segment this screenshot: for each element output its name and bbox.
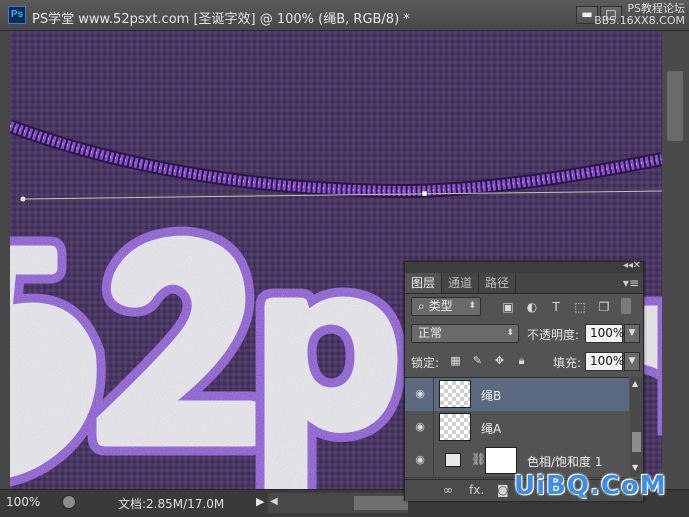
lock-all-icon[interactable]: 🔒︎	[515, 354, 528, 367]
opacity-input[interactable]: 100%	[585, 324, 624, 343]
close-panel-icon[interactable]: ✕	[633, 260, 641, 271]
add-mask-icon[interactable]: ◙	[497, 483, 509, 497]
fill-label: 填充:	[553, 356, 582, 370]
status-menu-arrow-icon[interactable]: ▶	[256, 495, 264, 508]
lock-pixels-brush-icon[interactable]: ✎	[471, 354, 484, 367]
mask-link-chain-icon[interactable]: ⛓	[471, 452, 486, 466]
blend-mode-value: 正常	[418, 326, 443, 340]
layer-filter-row: ⌕ 类型 ⬍ ▣ ◐ T ⬚ ❐	[405, 294, 643, 320]
eye-divider	[433, 444, 434, 477]
eye-visibility-icon[interactable]: ◉	[413, 454, 427, 466]
horizontal-scrollbar[interactable]	[268, 493, 408, 513]
link-icon[interactable]: ∞	[443, 483, 453, 497]
fill-dropdown-button[interactable]: ▼	[624, 352, 640, 371]
status-info-icon[interactable]	[62, 495, 76, 509]
layer-mask-thumbnail[interactable]	[485, 447, 517, 474]
lock-label: 锁定:	[411, 356, 440, 370]
layer-row-rope-a[interactable]: ◉ 绳A	[405, 411, 629, 445]
watermark-top: PS教程论坛 BBS.16XX8.COM	[594, 3, 685, 27]
lock-fill-row: 锁定: ▦ ✎ ✥ 🔒︎ 填充: 100% ▼	[405, 348, 643, 374]
eye-visibility-icon[interactable]: ◉	[413, 388, 427, 400]
blend-opacity-row: 正常 ⬍ 不透明度: 100% ▼	[405, 321, 643, 347]
fx-icon[interactable]: fx.	[469, 483, 484, 497]
path-anchor-point[interactable]	[20, 196, 26, 202]
path-anchor-selected[interactable]	[421, 190, 428, 197]
vertical-scrollbar[interactable]	[662, 31, 689, 489]
layer-list-scroll-thumb[interactable]	[632, 432, 641, 452]
canvas-left-edge	[0, 31, 10, 489]
collapse-panel-icon[interactable]: ◂◂	[623, 260, 633, 271]
document-size-info: 文档:2.85M/17.0M	[118, 497, 225, 511]
filter-toggle-switch[interactable]	[621, 298, 631, 314]
image-filter-icon[interactable]: ▣	[501, 300, 515, 314]
layer-list: ◉ 绳B ◉ 绳A ◉ ⛓ 色相/饱和度 1	[405, 377, 629, 478]
watermark-bottom: UiBQ.CoM	[514, 471, 667, 501]
type-filter-icon[interactable]: T	[549, 300, 563, 314]
watermark-top-line2: BBS.16XX8.COM	[594, 14, 685, 27]
tab-layers[interactable]: 图层	[405, 273, 443, 293]
chevron-updown-icon: ⬍	[468, 301, 476, 311]
layers-panel: ◂◂ ✕ 图层 通道 路径 ▾≡ ⌕ 类型 ⬍ ▣ ◐ T ⬚ ❐ 正常 ⬍ 不…	[404, 260, 644, 501]
photoshop-logo-icon: Ps	[8, 6, 26, 24]
filter-kind-label: 类型	[428, 299, 453, 313]
eye-visibility-icon[interactable]: ◉	[413, 421, 427, 433]
horizontal-scroll-thumb[interactable]	[354, 496, 408, 510]
tab-channels[interactable]: 通道	[442, 273, 480, 293]
zoom-level-field[interactable]: 100%	[6, 495, 40, 509]
layer-row-rope-b[interactable]: ◉ 绳B	[405, 378, 629, 412]
opacity-dropdown-button[interactable]: ▼	[624, 324, 640, 343]
blend-mode-select[interactable]: 正常 ⬍	[411, 324, 519, 343]
panel-dock-bar[interactable]: ◂◂ ✕	[405, 260, 643, 273]
layer-thumbnail	[439, 413, 471, 441]
tab-paths[interactable]: 路径	[479, 273, 517, 293]
lock-position-move-icon[interactable]: ✥	[493, 354, 506, 367]
panel-tab-bar: 图层 通道 路径 ▾≡	[405, 273, 643, 294]
search-icon: ⌕	[418, 299, 425, 313]
smart-object-filter-icon[interactable]: ❐	[597, 300, 611, 314]
layer-name[interactable]: 绳A	[481, 420, 501, 437]
eye-divider	[433, 411, 434, 444]
document-tab-title[interactable]: PS学堂 www.52psxt.com [圣诞字效] @ 100% (绳B, R…	[32, 8, 410, 27]
filter-kind-select[interactable]: ⌕ 类型 ⬍	[411, 297, 481, 316]
adjustment-layer-icon	[445, 453, 461, 467]
scroll-up-arrow-icon[interactable]: ▲	[632, 379, 638, 388]
scroll-left-arrow-icon[interactable]: ◀	[270, 496, 278, 507]
opacity-label: 不透明度:	[527, 328, 580, 342]
layer-name[interactable]: 绳B	[481, 387, 501, 404]
lock-transparency-icon[interactable]: ▦	[449, 354, 462, 367]
eye-divider	[433, 378, 434, 411]
layer-list-scrollbar[interactable]: ▲ ▼	[630, 377, 643, 477]
title-bar: Ps PS学堂 www.52psxt.com [圣诞字效] @ 100% (绳B…	[0, 0, 689, 31]
shape-filter-icon[interactable]: ⬚	[573, 300, 587, 314]
layer-thumbnail	[439, 380, 471, 408]
fill-input[interactable]: 100%	[585, 352, 624, 371]
adjustment-filter-icon[interactable]: ◐	[525, 300, 539, 314]
chevron-updown-icon: ⬍	[506, 328, 514, 338]
vertical-scroll-thumb[interactable]	[667, 71, 683, 141]
panel-menu-icon[interactable]: ▾≡	[623, 276, 639, 290]
layer-name[interactable]: 色相/饱和度 1	[527, 453, 603, 470]
